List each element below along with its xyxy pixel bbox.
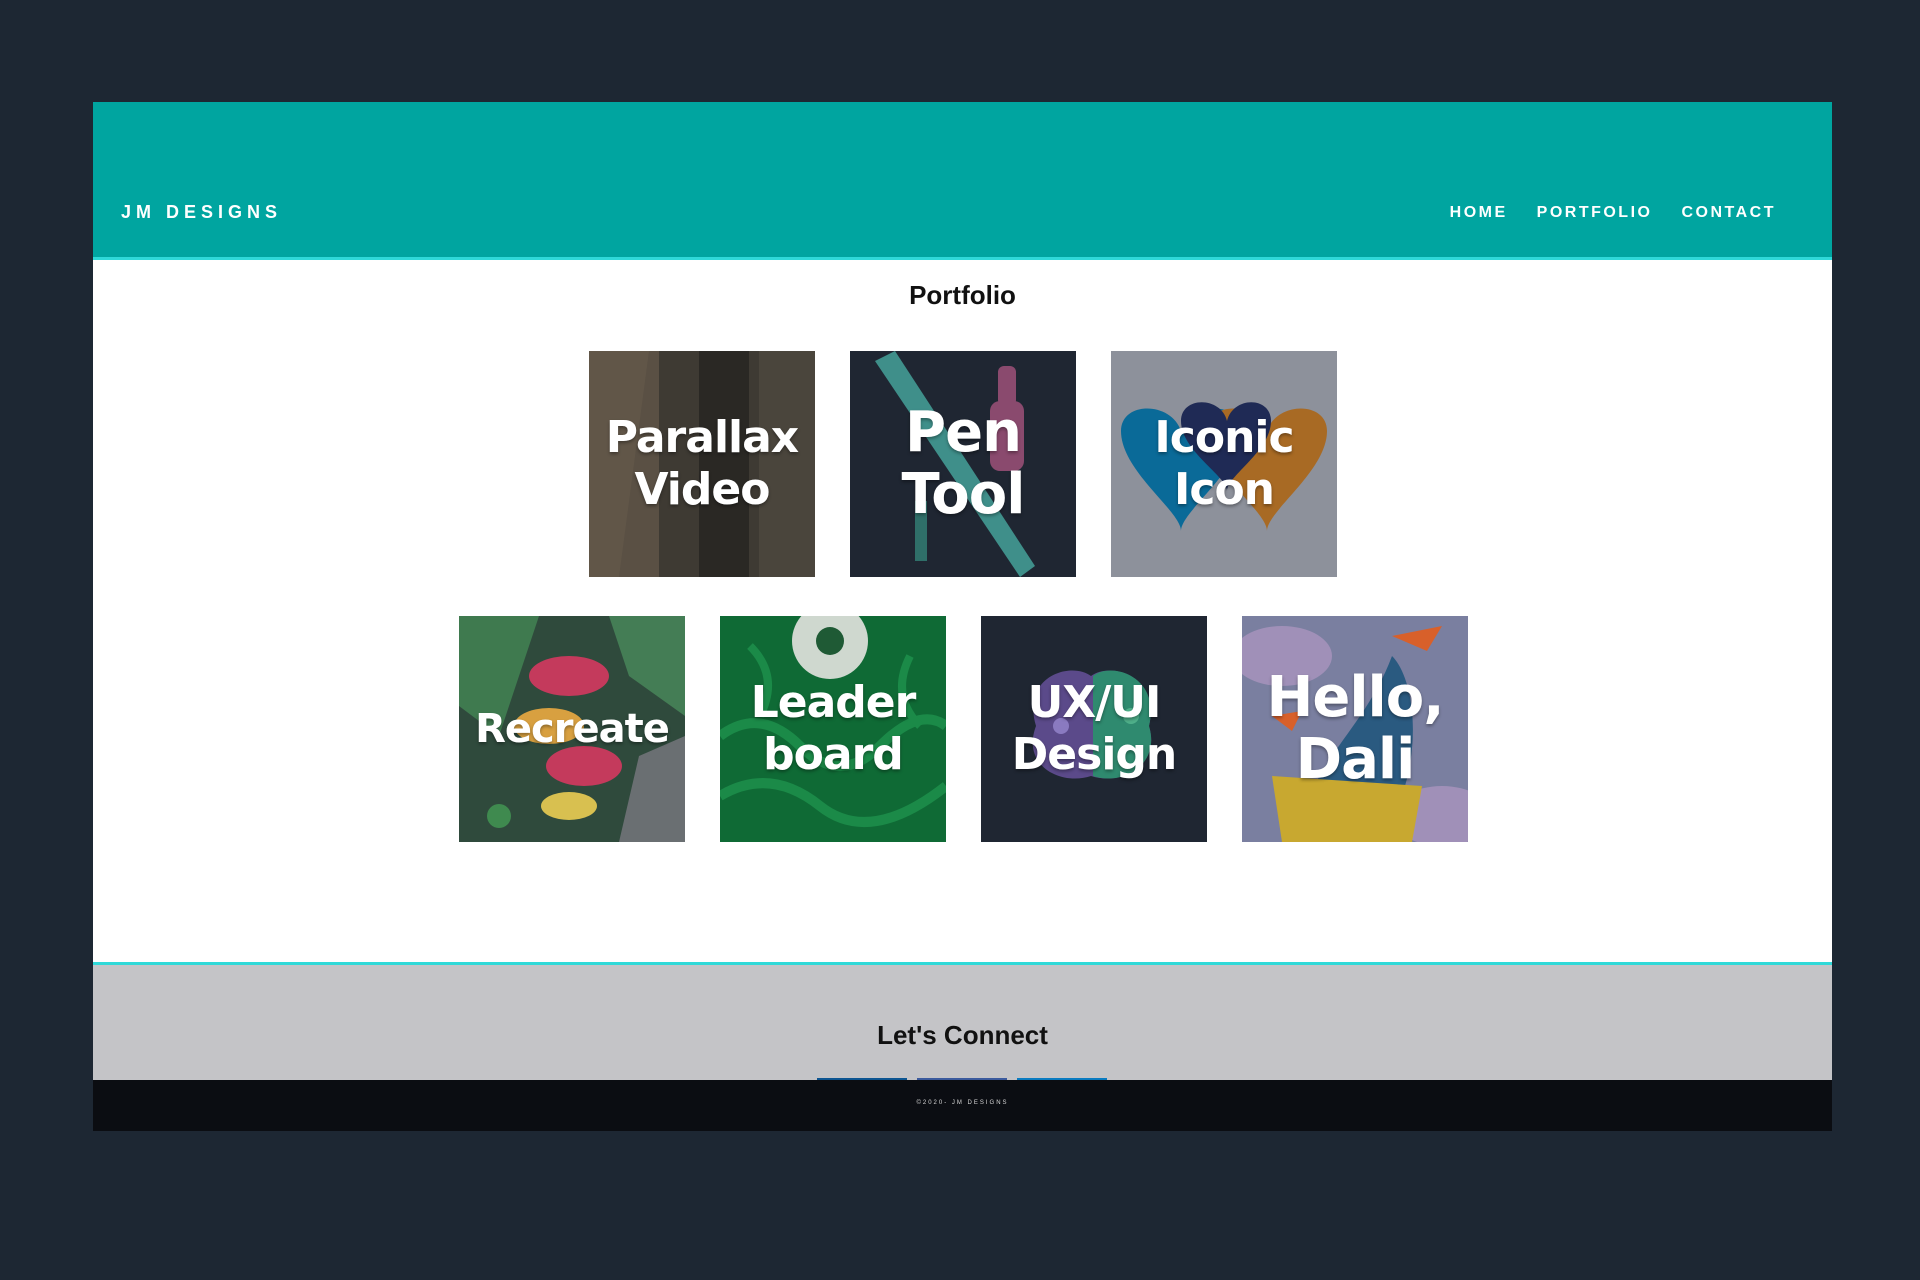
main-nav: HOME PORTFOLIO CONTACT bbox=[1450, 204, 1776, 222]
tile-label: Hello, Dali bbox=[1266, 665, 1445, 792]
brand-logo-text[interactable]: JM DESIGNS bbox=[121, 202, 282, 223]
tile-label: Leader board bbox=[750, 677, 917, 780]
portfolio-tile-ux-ui-design[interactable]: UX/UI Design bbox=[981, 616, 1207, 842]
nav-home-link[interactable]: HOME bbox=[1450, 204, 1508, 222]
nav-contact-link[interactable]: CONTACT bbox=[1681, 204, 1776, 222]
tile-label: UX/UI Design bbox=[1011, 677, 1177, 780]
portfolio-tile-hello-dali[interactable]: Hello, Dali bbox=[1242, 616, 1468, 842]
tile-label: Iconic Icon bbox=[1154, 412, 1294, 515]
tile-label: Pen Tool bbox=[901, 400, 1026, 527]
portfolio-title: Portfolio bbox=[909, 280, 1016, 310]
website-window: JM DESIGNS HOME PORTFOLIO CONTACT Portfo… bbox=[93, 102, 1832, 1131]
portfolio-tile-leaderboard[interactable]: Leader board bbox=[720, 616, 946, 842]
tile-label: Parallax Video bbox=[605, 412, 799, 515]
site-footer: ©2020- JM DESIGNS bbox=[93, 1080, 1832, 1131]
connect-title: Let's Connect bbox=[877, 1020, 1048, 1050]
portfolio-tile-iconic-icon[interactable]: Iconic Icon bbox=[1111, 351, 1337, 577]
portfolio-tile-parallax-video[interactable]: Parallax Video bbox=[589, 351, 815, 577]
copyright-text: ©2020- JM DESIGNS bbox=[916, 1100, 1009, 1106]
site-header: JM DESIGNS HOME PORTFOLIO CONTACT bbox=[93, 102, 1832, 260]
portfolio-section: Portfolio Parallax Video Pen Tool Iconic… bbox=[93, 260, 1832, 962]
tile-label: Recreate bbox=[475, 706, 670, 752]
nav-portfolio-link[interactable]: PORTFOLIO bbox=[1537, 204, 1653, 222]
portfolio-tile-recreate[interactable]: Recreate bbox=[459, 616, 685, 842]
portfolio-tile-pen-tool[interactable]: Pen Tool bbox=[850, 351, 1076, 577]
